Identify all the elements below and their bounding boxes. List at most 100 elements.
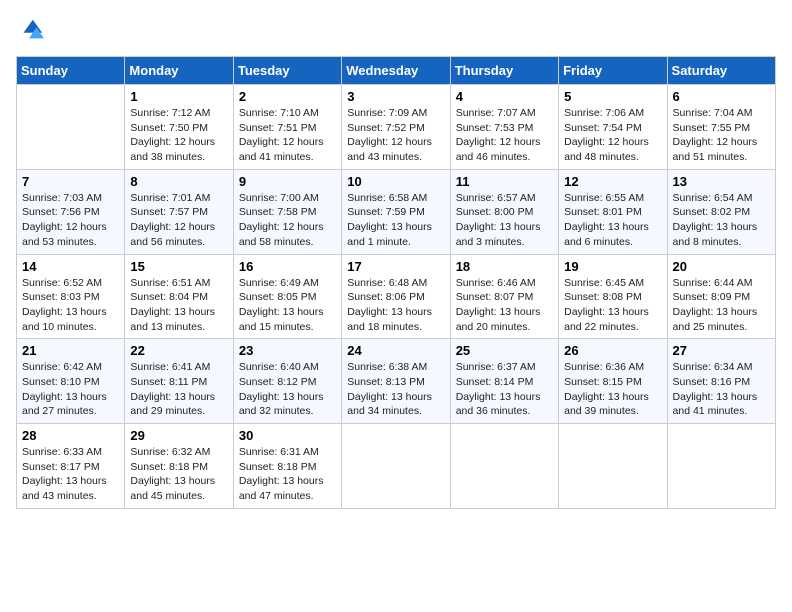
calendar-cell: 30 Sunrise: 6:31 AMSunset: 8:18 PMDayligh… [233, 424, 341, 509]
calendar-cell: 28 Sunrise: 6:33 AMSunset: 8:17 PMDayligh… [17, 424, 125, 509]
calendar-cell: 19 Sunrise: 6:45 AMSunset: 8:08 PMDayligh… [559, 254, 667, 339]
calendar-cell [17, 85, 125, 170]
day-info: Sunrise: 7:00 AMSunset: 7:58 PMDaylight:… [239, 191, 336, 250]
calendar-cell: 6Sunrise: 7:04 AMSunset: 7:55 PMDaylight… [667, 85, 775, 170]
calendar-cell: 16 Sunrise: 6:49 AMSunset: 8:05 PMDayligh… [233, 254, 341, 339]
day-number: 22 [130, 343, 227, 358]
day-number: 16 [239, 259, 336, 274]
day-number: 5 [564, 89, 661, 104]
weekday-header-saturday: Saturday [667, 57, 775, 85]
calendar-cell: 1 Sunrise: 7:12 AMSunset: 7:50 PMDaylight… [125, 85, 233, 170]
calendar-cell: 7Sunrise: 7:03 AMSunset: 7:56 PMDaylight… [17, 169, 125, 254]
day-info: Sunrise: 6:48 AMSunset: 8:06 PMDaylight:… [347, 276, 444, 335]
day-info: Sunrise: 6:37 AMSunset: 8:14 PMDaylight:… [456, 360, 553, 419]
day-number: 17 [347, 259, 444, 274]
calendar-cell: 17 Sunrise: 6:48 AMSunset: 8:06 PMDayligh… [342, 254, 450, 339]
day-number: 3 [347, 89, 444, 104]
day-info: Sunrise: 6:54 AMSunset: 8:02 PMDaylight:… [673, 191, 770, 250]
calendar-cell: 4 Sunrise: 7:07 AMSunset: 7:53 PMDaylight… [450, 85, 558, 170]
calendar-cell: 5 Sunrise: 7:06 AMSunset: 7:54 PMDaylight… [559, 85, 667, 170]
day-info: Sunrise: 7:10 AMSunset: 7:51 PMDaylight:… [239, 106, 336, 165]
day-info: Sunrise: 7:09 AMSunset: 7:52 PMDaylight:… [347, 106, 444, 165]
day-number: 15 [130, 259, 227, 274]
logo [16, 16, 48, 44]
day-number: 8 [130, 174, 227, 189]
day-info: Sunrise: 6:31 AMSunset: 8:18 PMDaylight:… [239, 445, 336, 504]
day-info: Sunrise: 6:32 AMSunset: 8:18 PMDaylight:… [130, 445, 227, 504]
day-number: 25 [456, 343, 553, 358]
day-number: 24 [347, 343, 444, 358]
calendar-cell [559, 424, 667, 509]
day-info: Sunrise: 6:33 AMSunset: 8:17 PMDaylight:… [22, 445, 119, 504]
day-number: 28 [22, 428, 119, 443]
day-number: 14 [22, 259, 119, 274]
calendar-cell: 13 Sunrise: 6:54 AMSunset: 8:02 PMDayligh… [667, 169, 775, 254]
calendar-cell: 29 Sunrise: 6:32 AMSunset: 8:18 PMDayligh… [125, 424, 233, 509]
calendar-cell: 23Sunrise: 6:40 AMSunset: 8:12 PMDayligh… [233, 339, 341, 424]
page-header [16, 16, 776, 44]
weekday-header-thursday: Thursday [450, 57, 558, 85]
weekday-header-wednesday: Wednesday [342, 57, 450, 85]
calendar-cell: 11 Sunrise: 6:57 AMSunset: 8:00 PMDayligh… [450, 169, 558, 254]
logo-icon [16, 16, 44, 44]
day-number: 11 [456, 174, 553, 189]
day-info: Sunrise: 6:44 AMSunset: 8:09 PMDaylight:… [673, 276, 770, 335]
day-number: 18 [456, 259, 553, 274]
week-row-1: 1 Sunrise: 7:12 AMSunset: 7:50 PMDaylight… [17, 85, 776, 170]
calendar-cell: 3 Sunrise: 7:09 AMSunset: 7:52 PMDaylight… [342, 85, 450, 170]
day-info: Sunrise: 6:49 AMSunset: 8:05 PMDaylight:… [239, 276, 336, 335]
calendar-cell: 18 Sunrise: 6:46 AMSunset: 8:07 PMDayligh… [450, 254, 558, 339]
day-info: Sunrise: 6:41 AMSunset: 8:11 PMDaylight:… [130, 360, 227, 419]
day-info: Sunrise: 6:55 AMSunset: 8:01 PMDaylight:… [564, 191, 661, 250]
week-row-4: 21Sunrise: 6:42 AMSunset: 8:10 PMDayligh… [17, 339, 776, 424]
calendar-cell: 12 Sunrise: 6:55 AMSunset: 8:01 PMDayligh… [559, 169, 667, 254]
day-info: Sunrise: 6:58 AMSunset: 7:59 PMDaylight:… [347, 191, 444, 250]
calendar-cell: 26 Sunrise: 6:36 AMSunset: 8:15 PMDayligh… [559, 339, 667, 424]
calendar-cell: 2 Sunrise: 7:10 AMSunset: 7:51 PMDaylight… [233, 85, 341, 170]
day-number: 21 [22, 343, 119, 358]
day-number: 13 [673, 174, 770, 189]
calendar-cell: 25 Sunrise: 6:37 AMSunset: 8:14 PMDayligh… [450, 339, 558, 424]
day-number: 7 [22, 174, 119, 189]
week-row-3: 14 Sunrise: 6:52 AMSunset: 8:03 PMDayligh… [17, 254, 776, 339]
day-number: 29 [130, 428, 227, 443]
day-number: 26 [564, 343, 661, 358]
calendar-table: SundayMondayTuesdayWednesdayThursdayFrid… [16, 56, 776, 509]
day-info: Sunrise: 6:38 AMSunset: 8:13 PMDaylight:… [347, 360, 444, 419]
calendar-cell: 27Sunrise: 6:34 AMSunset: 8:16 PMDayligh… [667, 339, 775, 424]
day-info: Sunrise: 6:57 AMSunset: 8:00 PMDaylight:… [456, 191, 553, 250]
day-number: 9 [239, 174, 336, 189]
day-info: Sunrise: 7:06 AMSunset: 7:54 PMDaylight:… [564, 106, 661, 165]
calendar-cell [342, 424, 450, 509]
calendar-cell [667, 424, 775, 509]
week-row-2: 7Sunrise: 7:03 AMSunset: 7:56 PMDaylight… [17, 169, 776, 254]
weekday-header-tuesday: Tuesday [233, 57, 341, 85]
day-info: Sunrise: 6:46 AMSunset: 8:07 PMDaylight:… [456, 276, 553, 335]
day-number: 27 [673, 343, 770, 358]
day-number: 2 [239, 89, 336, 104]
calendar-cell: 24 Sunrise: 6:38 AMSunset: 8:13 PMDayligh… [342, 339, 450, 424]
day-number: 20 [673, 259, 770, 274]
calendar-cell: 14 Sunrise: 6:52 AMSunset: 8:03 PMDayligh… [17, 254, 125, 339]
day-info: Sunrise: 7:07 AMSunset: 7:53 PMDaylight:… [456, 106, 553, 165]
day-number: 4 [456, 89, 553, 104]
day-number: 19 [564, 259, 661, 274]
day-info: Sunrise: 6:52 AMSunset: 8:03 PMDaylight:… [22, 276, 119, 335]
weekday-header-sunday: Sunday [17, 57, 125, 85]
day-info: Sunrise: 6:51 AMSunset: 8:04 PMDaylight:… [130, 276, 227, 335]
weekday-header-row: SundayMondayTuesdayWednesdayThursdayFrid… [17, 57, 776, 85]
day-number: 6 [673, 89, 770, 104]
calendar-cell: 8 Sunrise: 7:01 AMSunset: 7:57 PMDaylight… [125, 169, 233, 254]
day-info: Sunrise: 6:45 AMSunset: 8:08 PMDaylight:… [564, 276, 661, 335]
day-info: Sunrise: 7:01 AMSunset: 7:57 PMDaylight:… [130, 191, 227, 250]
day-number: 12 [564, 174, 661, 189]
day-number: 30 [239, 428, 336, 443]
calendar-cell: 22 Sunrise: 6:41 AMSunset: 8:11 PMDayligh… [125, 339, 233, 424]
week-row-5: 28 Sunrise: 6:33 AMSunset: 8:17 PMDayligh… [17, 424, 776, 509]
day-number: 23 [239, 343, 336, 358]
calendar-cell: 10Sunrise: 6:58 AMSunset: 7:59 PMDayligh… [342, 169, 450, 254]
calendar-cell: 9 Sunrise: 7:00 AMSunset: 7:58 PMDaylight… [233, 169, 341, 254]
day-number: 1 [130, 89, 227, 104]
day-info: Sunrise: 7:12 AMSunset: 7:50 PMDaylight:… [130, 106, 227, 165]
day-info: Sunrise: 6:36 AMSunset: 8:15 PMDaylight:… [564, 360, 661, 419]
